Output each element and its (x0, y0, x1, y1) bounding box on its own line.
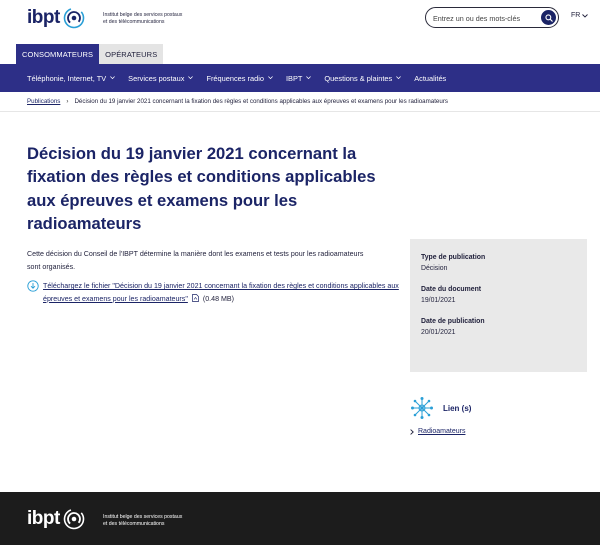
link-radioamateurs[interactable]: Radioamateurs (418, 428, 465, 435)
nav-item-services-postaux[interactable]: Services postaux (128, 74, 194, 83)
meta-doc-date-value: 19/01/2021 (421, 297, 456, 304)
main-nav: Téléphonie, Internet, TV Services postau… (0, 64, 600, 92)
links-heading-label: Lien (s) (443, 403, 472, 413)
chevron-down-icon (268, 76, 273, 80)
tab-consommateurs[interactable]: CONSOMMATEURS (16, 44, 100, 64)
logo-tagline: Institut belge des services postaux et d… (103, 12, 183, 25)
breadcrumb: Publications › Décision du 19 janvier 20… (0, 92, 600, 112)
meta-pub-date: Date de publication 20/01/2021 (421, 316, 587, 338)
pdf-file-icon (192, 293, 199, 302)
file-size: (0.48 MB) (202, 294, 234, 303)
breadcrumb-separator-icon: › (66, 98, 69, 105)
page-title: Décision du 19 janvier 2021 concernant l… (27, 144, 376, 233)
nav-item-actualites[interactable]: Actualités (414, 74, 446, 83)
meta-type: Type de publication Décision (421, 252, 587, 274)
search-button[interactable] (541, 10, 556, 25)
meta-pub-date-value: 20/01/2021 (421, 329, 456, 336)
ibpt-logo[interactable]: ibpt (27, 6, 85, 30)
link-item-radioamateurs: Radioamateurs (410, 428, 465, 435)
logo-wordmark: ibpt (27, 7, 60, 28)
publication-meta: Type de publication Décision Date du doc… (410, 239, 587, 372)
logo-ring-icon (63, 7, 85, 29)
download-file: Téléchargez le fichier "Décision du 19 j… (27, 280, 402, 305)
meta-type-value: Décision (421, 265, 448, 272)
search-input[interactable] (433, 11, 538, 25)
breadcrumb-current: Décision du 19 janvier 2021 concernant l… (74, 98, 448, 105)
links-heading: Lien (s) (410, 396, 471, 420)
nav-item-frequences-radio[interactable]: Fréquences radio (206, 74, 273, 83)
chevron-down-icon (188, 76, 194, 80)
chevron-down-icon (110, 76, 116, 80)
nav-item-questions-plaintes[interactable]: Questions & plaintes (324, 74, 402, 83)
meta-doc-date-label: Date du document (421, 286, 482, 293)
meta-pub-date-label: Date de publication (421, 318, 485, 325)
site-footer: ibpt Institut belge des services postaux… (0, 492, 600, 545)
download-icon (27, 280, 39, 292)
meta-doc-date: Date du document 19/01/2021 (421, 284, 587, 306)
nav-item-ibpt[interactable]: IBPT (286, 74, 312, 83)
footer-logo-ring-icon (63, 508, 85, 530)
tab-operateurs[interactable]: OPÉRATEURS (99, 44, 164, 64)
chevron-down-icon (306, 76, 312, 80)
search-box (425, 7, 559, 28)
footer-logo-wordmark: ibpt (27, 508, 60, 529)
breadcrumb-link-publications[interactable]: Publications (27, 98, 60, 105)
chevron-right-icon (410, 428, 414, 435)
network-icon (411, 397, 433, 419)
footer-tagline: Institut belge des services postaux et d… (103, 514, 183, 527)
language-label: FR (571, 12, 581, 19)
search-icon (544, 13, 553, 22)
intro-text: Cette décision du Conseil de l'IBPT déte… (27, 250, 364, 271)
audience-tabs: CONSOMMATEURS OPÉRATEURS (16, 44, 164, 64)
site-header: ibpt Institut belge des services postaux… (0, 0, 600, 44)
footer-logo[interactable]: ibpt (27, 507, 85, 531)
language-selector[interactable]: FR (571, 12, 589, 19)
chevron-down-icon (582, 13, 589, 18)
chevron-down-icon (396, 76, 402, 80)
meta-type-label: Type de publication (421, 254, 486, 261)
nav-item-telephonie[interactable]: Téléphonie, Internet, TV (27, 74, 116, 83)
